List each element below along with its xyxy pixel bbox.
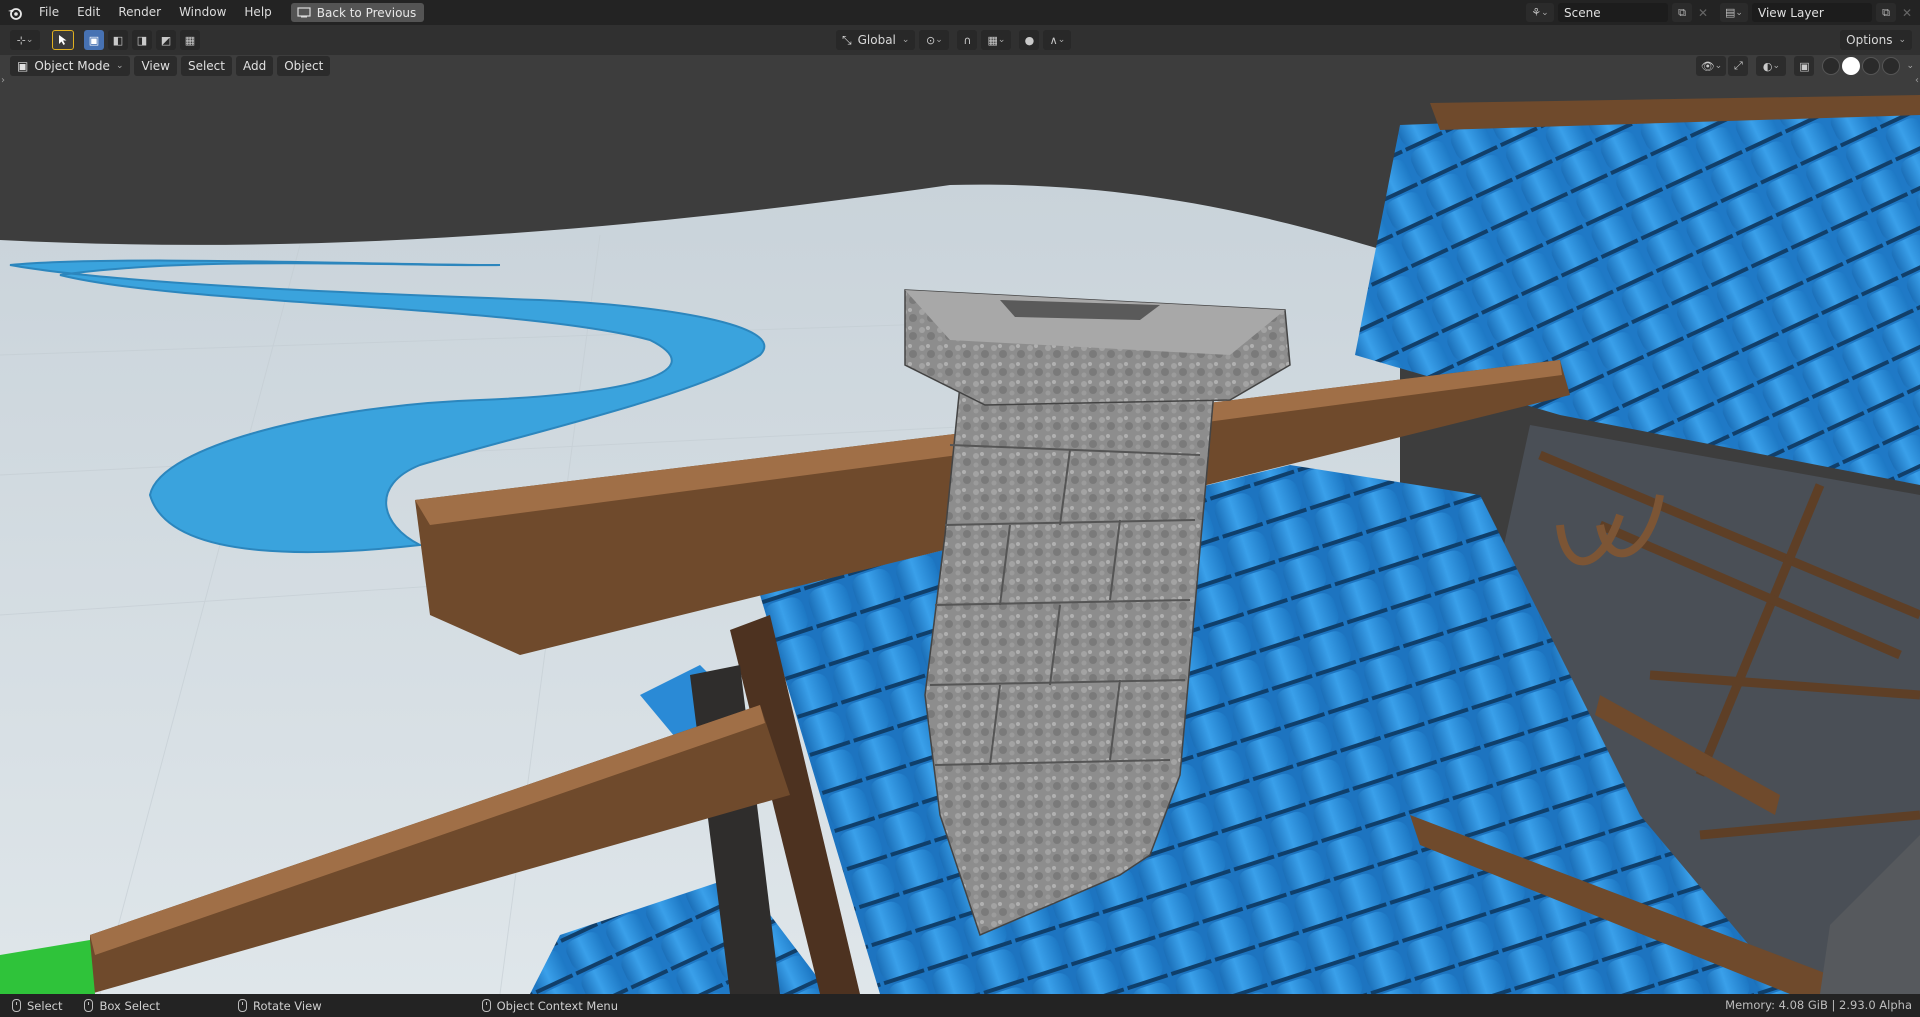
mouse-icon [481, 999, 491, 1012]
select-subtract-icon[interactable]: ◨ [132, 30, 152, 50]
menu-file[interactable]: File [30, 0, 68, 25]
options-dropdown[interactable]: Options ⌄ [1840, 30, 1912, 50]
viewport-shading-controls: 👁 ⌄ ⤢ ◐ ⌄ ▣ ⌄ [1696, 55, 1914, 77]
chevron-down-icon: ⌄ [901, 35, 910, 45]
snap-target-icon[interactable]: ▦ ⌄ [981, 30, 1012, 50]
workspace-selectors: ⚘ ⌄ Scene ⧉ ✕ ▤ ⌄ View Layer ⧉ ✕ [1526, 0, 1920, 25]
view-layer-icon[interactable]: ▤ ⌄ [1720, 3, 1748, 22]
viewport-header: ▣ Object Mode ⌄ View Select Add Object [10, 55, 331, 77]
view-layer-field[interactable]: View Layer [1752, 3, 1872, 22]
proportional-icon[interactable]: ● [1019, 30, 1040, 50]
status-select: Select [12, 999, 62, 1013]
context-menu-label: Object Context Menu [496, 998, 618, 1013]
object-menu[interactable]: Object [277, 56, 331, 76]
scene-render[interactable] [0, 55, 1920, 994]
chevron-down-icon[interactable]: ⌄ [1906, 61, 1914, 71]
solid-shading-icon[interactable] [1842, 57, 1861, 75]
chevron-down-icon: ⌄ [115, 61, 124, 71]
new-view-layer-icon[interactable]: ⧉ [1876, 3, 1896, 22]
transform-icon: ⤡ [842, 32, 852, 47]
mouse-icon [84, 999, 94, 1012]
status-bar: Select Box Select Rotate View Object Con… [0, 994, 1920, 1017]
blender-logo-icon[interactable] [0, 0, 30, 25]
new-scene-icon[interactable]: ⧉ [1672, 3, 1692, 22]
add-menu[interactable]: Add [236, 56, 274, 76]
snap-icon[interactable]: ∩ [957, 30, 978, 50]
object-mode-icon: ▣ [17, 59, 29, 73]
select-label: Select [27, 998, 63, 1013]
editor-type-icon[interactable]: ⊹ ⌄ [10, 30, 40, 50]
viewport-toolbar: ⊹ ⌄ ▣ ◧ ◨ ◩ ▦ ⤡ Global ⌄ ⊙ ⌄ ∩ ▦ ⌄ ● ∧ ⌄ Opt… [0, 25, 1920, 55]
view-menu[interactable]: View [134, 56, 177, 76]
rendered-shading-icon[interactable] [1882, 57, 1901, 75]
mouse-icon [238, 999, 247, 1012]
scene-icon[interactable]: ⚘ ⌄ [1526, 3, 1554, 22]
material-shading-icon[interactable] [1862, 57, 1881, 75]
chevron-down-icon: ⌄ [1898, 35, 1906, 45]
select-extend-icon[interactable]: ◧ [108, 30, 128, 50]
delete-scene-icon[interactable]: ✕ [1696, 6, 1710, 20]
select-invert-icon[interactable]: ◩ [156, 30, 176, 50]
back-to-previous-button[interactable]: Back to Previous [290, 3, 425, 22]
add-menu-label: Add [243, 59, 267, 73]
options-label: Options [1846, 33, 1893, 47]
view-layer-value: View Layer [1758, 5, 1824, 20]
back-icon [297, 7, 311, 18]
visibility-icon[interactable]: 👁 ⌄ [1696, 56, 1727, 76]
transform-orientation-dropdown[interactable]: ⤡ Global ⌄ [836, 30, 916, 50]
select-intersect-icon[interactable]: ▦ [180, 30, 200, 50]
rotate-view-label: Rotate View [253, 998, 322, 1013]
view-menu-label: View [141, 59, 170, 73]
cursor-icon[interactable] [52, 30, 74, 50]
gizmo-icon[interactable]: ⤢ [1728, 56, 1749, 76]
memory-readout: Memory: 4.08 GiB | 2.93.0 Alpha [1725, 998, 1912, 1012]
orientation-value: Global [857, 33, 896, 47]
select-menu-label: Select [187, 59, 225, 73]
box-select-label: Box Select [99, 998, 160, 1013]
3d-viewport[interactable]: ▣ Object Mode ⌄ View Select Add Object 👁… [0, 55, 1920, 994]
sidebar-toggle-icon[interactable]: ‹ [1915, 75, 1919, 86]
overlay-icon[interactable]: ◐ ⌄ [1756, 56, 1787, 76]
pivot-point-icon[interactable]: ⊙ ⌄ [919, 30, 950, 50]
menu-help[interactable]: Help [235, 0, 280, 25]
back-label: Back to Previous [316, 5, 417, 20]
scene-field[interactable]: Scene [1558, 3, 1668, 22]
delete-view-layer-icon[interactable]: ✕ [1900, 6, 1914, 20]
menu-render[interactable]: Render [109, 0, 170, 25]
menu-edit[interactable]: Edit [68, 0, 109, 25]
proportional-falloff-icon[interactable]: ∧ ⌄ [1043, 30, 1072, 50]
select-new-icon[interactable]: ▣ [84, 30, 104, 50]
menu-window[interactable]: Window [170, 0, 235, 25]
status-box-select: Box Select [84, 999, 160, 1013]
status-rotate-view: Rotate View [238, 999, 322, 1013]
select-menu[interactable]: Select [180, 56, 232, 76]
xray-icon[interactable]: ▣ [1794, 56, 1815, 76]
status-context-menu: Object Context Menu [481, 998, 618, 1013]
object-mode-dropdown[interactable]: ▣ Object Mode ⌄ [10, 56, 131, 76]
object-menu-label: Object [284, 59, 324, 73]
wireframe-shading-icon[interactable] [1822, 57, 1841, 75]
top-menu-bar: File Edit Render Window Help Back to Pre… [0, 0, 1920, 25]
scene-value: Scene [1564, 5, 1601, 20]
object-mode-value: Object Mode [34, 59, 110, 73]
mouse-icon [12, 999, 21, 1012]
toolbar-toggle-icon[interactable]: › [1, 75, 5, 86]
